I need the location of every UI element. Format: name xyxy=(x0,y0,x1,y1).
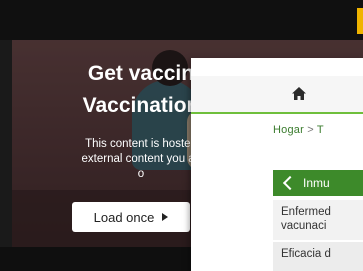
menu-header-label: Inmu xyxy=(303,176,330,190)
breadcrumb-home[interactable]: Hogar xyxy=(273,124,304,136)
menu-item-1-line2: vacunaci xyxy=(281,220,327,232)
top-bar xyxy=(0,0,363,40)
panel-header xyxy=(191,76,363,114)
top-bar-accent xyxy=(357,8,363,34)
menu-item-2[interactable]: Eficacia d xyxy=(273,242,363,271)
header-underline xyxy=(191,112,363,114)
load-once-button[interactable]: Load once xyxy=(72,202,190,232)
breadcrumb: Hogar > T xyxy=(273,124,324,136)
menu-header[interactable]: Inmu xyxy=(273,170,363,196)
chevron-left-icon xyxy=(282,175,298,191)
load-once-label: Load once xyxy=(93,209,155,225)
menu-item-1[interactable]: Enfermed vacunaci xyxy=(273,200,363,240)
menu-item-1-line1: Enfermed xyxy=(281,206,331,218)
site-panel: Hogar > T Inmu Enfermed vacunaci Eficaci… xyxy=(191,58,363,271)
breadcrumb-separator: > xyxy=(307,124,314,136)
menu-item-2-label: Eficacia d xyxy=(281,248,331,260)
play-icon xyxy=(162,213,169,221)
home-icon[interactable] xyxy=(291,86,307,102)
breadcrumb-next[interactable]: T xyxy=(317,124,324,136)
